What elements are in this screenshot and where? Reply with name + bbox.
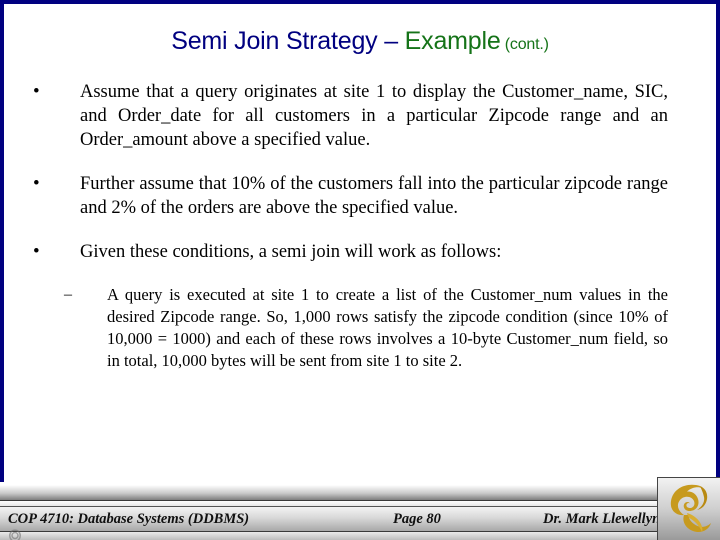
bullet-item: • Assume that a query originates at site…	[0, 80, 720, 152]
bullet-marker-icon: •	[33, 173, 40, 194]
footer-author-label: Dr. Mark Llewellyn	[543, 511, 661, 527]
title-continuation-text: (cont.)	[500, 36, 549, 53]
bullet-item: • Given these conditions, a semi join wi…	[0, 240, 720, 264]
bullet-text: Assume that a query originates at site 1…	[80, 82, 668, 150]
title-accent-text: Example	[404, 27, 501, 55]
slide-canvas: Semi Join Strategy – Example (cont.) • A…	[0, 0, 720, 540]
bullet-text: Further assume that 10% of the customers…	[80, 174, 668, 218]
sub-bullet-text: A query is executed at site 1 to create …	[107, 285, 668, 370]
slide-title: Semi Join Strategy – Example (cont.)	[10, 26, 710, 60]
bullet-marker-icon: •	[33, 241, 40, 262]
pegasus-icon	[670, 484, 711, 533]
bullet-marker-icon: •	[33, 81, 40, 102]
title-main-text: Semi Join Strategy –	[171, 27, 405, 55]
sub-bullet-item: – A query is executed at site 1 to creat…	[0, 284, 720, 372]
sub-bullet-dash-icon: –	[64, 286, 72, 303]
footer-page-number: Page 80	[393, 511, 441, 527]
bullet-item: • Further assume that 10% of the custome…	[0, 172, 720, 220]
mini-pegasus-icon	[8, 529, 22, 540]
footer-band-bottom	[0, 532, 720, 540]
bullet-text: Given these conditions, a semi join will…	[80, 242, 502, 262]
slide-body: • Assume that a query originates at site…	[0, 80, 720, 372]
slide-footer: COP 4710: Database Systems (DDBMS) Page …	[0, 482, 720, 540]
ucf-pegasus-logo	[657, 477, 720, 540]
footer-course-label: COP 4710: Database Systems (DDBMS)	[8, 511, 250, 527]
footer-band-upper-gradient	[0, 485, 720, 501]
slide-border-top	[0, 0, 720, 4]
